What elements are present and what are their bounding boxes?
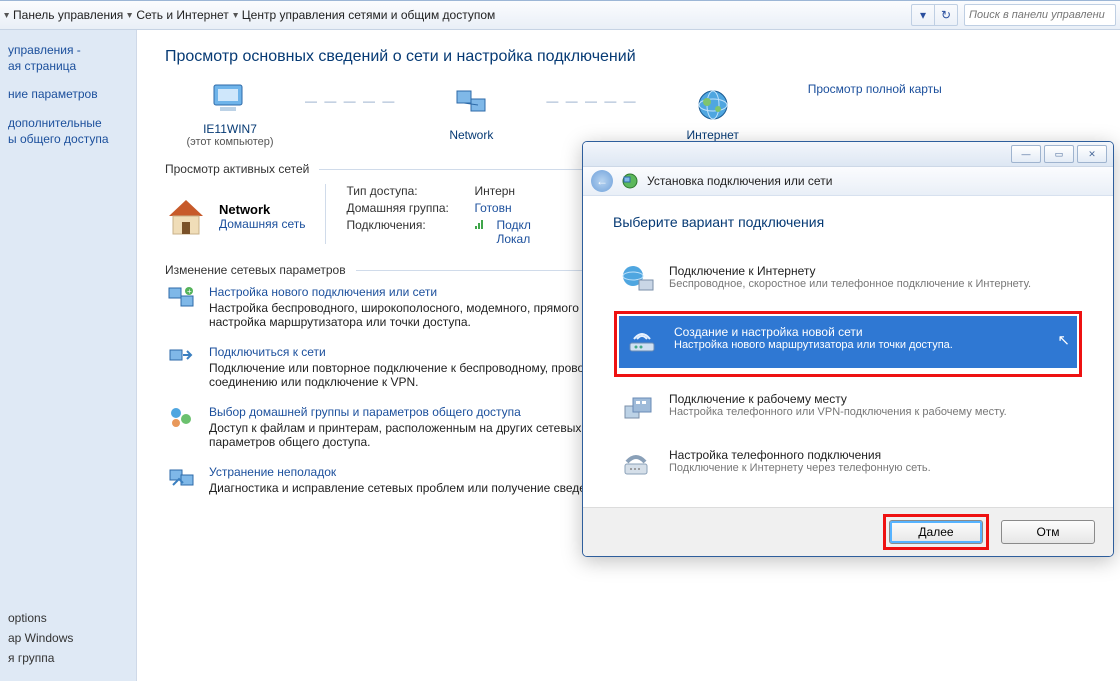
homegroup-icon bbox=[165, 405, 197, 433]
connection-line: — — — — — bbox=[305, 94, 396, 108]
workplace-icon bbox=[621, 392, 657, 426]
node-label: Интернет bbox=[687, 128, 739, 142]
search-input[interactable] bbox=[965, 9, 1115, 21]
view-full-map-link[interactable]: Просмотр полной карты bbox=[808, 82, 942, 96]
sidebar-link[interactable]: options bbox=[8, 611, 128, 625]
chevron-right-icon: ▸ bbox=[124, 12, 135, 17]
breadcrumb-item[interactable]: Сеть и Интернет ▸ bbox=[136, 8, 237, 22]
back-button[interactable]: ← bbox=[591, 170, 613, 192]
dialog-footer: Далее Отм bbox=[583, 507, 1113, 556]
addr-dropdown-icon[interactable]: ▾ bbox=[912, 5, 935, 25]
section-label: Изменение сетевых параметров bbox=[165, 263, 346, 277]
label: Домашняя группа: bbox=[346, 201, 466, 215]
breadcrumb-label: Панель управления bbox=[13, 8, 123, 22]
option-desc: Настройка нового маршрутизатора или точк… bbox=[674, 339, 953, 351]
breadcrumbs[interactable]: ▸ Панель управления ▸ Сеть и Интернет ▸ … bbox=[0, 8, 495, 22]
dialog-titlebar[interactable]: — ▭ ✕ bbox=[583, 142, 1113, 167]
node-network[interactable]: Network bbox=[406, 88, 536, 142]
next-button[interactable]: Далее bbox=[889, 520, 983, 544]
sidebar-link[interactable]: дополнительные bbox=[8, 115, 128, 131]
option-title: Настройка телефонного подключения bbox=[669, 448, 931, 462]
network-map: IE11WIN7 (этот компьютер) — — — — — Netw… bbox=[165, 82, 1110, 148]
addr-nav-buttons: ▾ ↻ bbox=[911, 4, 958, 26]
setup-connection-icon: + bbox=[165, 285, 197, 313]
close-button[interactable]: ✕ bbox=[1077, 145, 1107, 163]
address-bar: ▸ Панель управления ▸ Сеть и Интернет ▸ … bbox=[0, 1, 1120, 30]
sidebar: управления - ая страница ние параметров … bbox=[0, 30, 137, 681]
router-icon bbox=[626, 325, 662, 359]
sidebar-related: options ap Windows я группа bbox=[8, 611, 128, 671]
option-new-network[interactable]: Создание и настройка новой сетиНастройка… bbox=[619, 316, 1077, 368]
value: Интерн bbox=[474, 184, 515, 198]
refresh-icon[interactable]: ↻ bbox=[935, 5, 957, 25]
option-desc: Подключение к Интернету через телефонную… bbox=[669, 462, 931, 474]
node-label: IE11WIN7 bbox=[203, 122, 257, 136]
maximize-button[interactable]: ▭ bbox=[1044, 145, 1074, 163]
connect-icon bbox=[165, 345, 197, 373]
option-title: Подключение к Интернету bbox=[669, 264, 1031, 278]
option-internet[interactable]: Подключение к ИнтернетуБеспроводное, ско… bbox=[614, 255, 1082, 307]
control-panel-window: ▸ Панель управления ▸ Сеть и Интернет ▸ … bbox=[0, 0, 1120, 681]
highlighted-button-frame: Далее bbox=[883, 514, 989, 550]
globe-icon bbox=[693, 88, 733, 124]
dialog-header: ← Установка подключения или сети bbox=[583, 167, 1113, 196]
node-label: Network bbox=[449, 128, 493, 142]
label: Подключения: bbox=[346, 218, 466, 246]
dialog-title: Установка подключения или сети bbox=[647, 174, 832, 188]
breadcrumb-item[interactable]: Центр управления сетями и общим доступом bbox=[242, 8, 496, 22]
label: Тип доступа: bbox=[346, 184, 466, 198]
sidebar-link[interactable]: я группа bbox=[8, 651, 128, 665]
option-desc: Беспроводное, скоростное или телефонное … bbox=[669, 278, 1031, 290]
network-icon bbox=[451, 88, 491, 124]
node-sub: (этот компьютер) bbox=[186, 136, 273, 148]
task-desc: Диагностика и исправление сетевых пробле… bbox=[209, 481, 639, 495]
network-name: Network bbox=[219, 202, 305, 217]
wizard-icon bbox=[621, 172, 639, 190]
sidebar-link[interactable]: ap Windows bbox=[8, 631, 128, 645]
option-title: Создание и настройка новой сети bbox=[674, 325, 953, 339]
connection-link[interactable]: Подкл bbox=[496, 218, 530, 232]
highlighted-option-frame: Создание и настройка новой сетиНастройка… bbox=[614, 311, 1082, 377]
section-label: Просмотр активных сетей bbox=[165, 162, 309, 176]
option-desc: Настройка телефонного или VPN-подключени… bbox=[669, 406, 1007, 418]
computer-icon bbox=[210, 82, 250, 118]
home-network-icon bbox=[165, 196, 207, 238]
signal-icon bbox=[474, 218, 488, 246]
sidebar-link[interactable]: ы общего доступа bbox=[8, 131, 128, 147]
network-props: Тип доступа: Интерн Домашняя группа: Готов… bbox=[346, 184, 530, 249]
connection-link[interactable]: Локал bbox=[496, 232, 530, 246]
search-box[interactable] bbox=[964, 4, 1116, 26]
breadcrumb-label: Сеть и Интернет bbox=[136, 8, 228, 22]
network-type-link[interactable]: Домашняя сеть bbox=[219, 217, 305, 231]
breadcrumb-item[interactable]: Панель управления ▸ bbox=[13, 8, 132, 22]
phone-icon bbox=[621, 448, 657, 482]
minimize-button[interactable]: — bbox=[1011, 145, 1041, 163]
sidebar-link[interactable]: ая страница bbox=[8, 58, 128, 74]
option-title: Подключение к рабочему месту bbox=[669, 392, 1007, 406]
node-internet[interactable]: Интернет bbox=[648, 88, 778, 142]
option-dialup[interactable]: Настройка телефонного подключенияПодключ… bbox=[614, 439, 1082, 491]
sidebar-link[interactable]: управления - bbox=[8, 42, 128, 58]
homegroup-link[interactable]: Готовн bbox=[474, 201, 511, 215]
dialog-heading: Выберите вариант подключения bbox=[613, 214, 1083, 230]
active-network-item[interactable]: Network Домашняя сеть bbox=[165, 184, 305, 249]
option-list: Подключение к ИнтернетуБеспроводное, ско… bbox=[613, 254, 1083, 496]
cancel-button[interactable]: Отм bbox=[1001, 520, 1095, 544]
chevron-right-icon: ▸ bbox=[1, 12, 12, 17]
breadcrumb-label: Центр управления сетями и общим доступом bbox=[242, 8, 496, 22]
page-title: Просмотр основных сведений о сети и наст… bbox=[165, 48, 1110, 66]
troubleshoot-icon bbox=[165, 465, 197, 493]
svg-text:+: + bbox=[187, 287, 192, 296]
connection-line: — — — — — bbox=[546, 94, 637, 108]
option-workplace[interactable]: Подключение к рабочему местуНастройка те… bbox=[614, 383, 1082, 435]
chevron-right-icon: ▸ bbox=[230, 12, 241, 17]
node-this-pc[interactable]: IE11WIN7 (этот компьютер) bbox=[165, 82, 295, 148]
task-title[interactable]: Устранение неполадок bbox=[209, 465, 639, 479]
cursor-icon: ↖ bbox=[1057, 331, 1070, 349]
setup-connection-dialog: — ▭ ✕ ← Установка подключения или сети В… bbox=[582, 141, 1114, 557]
sidebar-link[interactable]: ние параметров bbox=[8, 86, 128, 102]
globe-monitor-icon bbox=[621, 264, 657, 298]
